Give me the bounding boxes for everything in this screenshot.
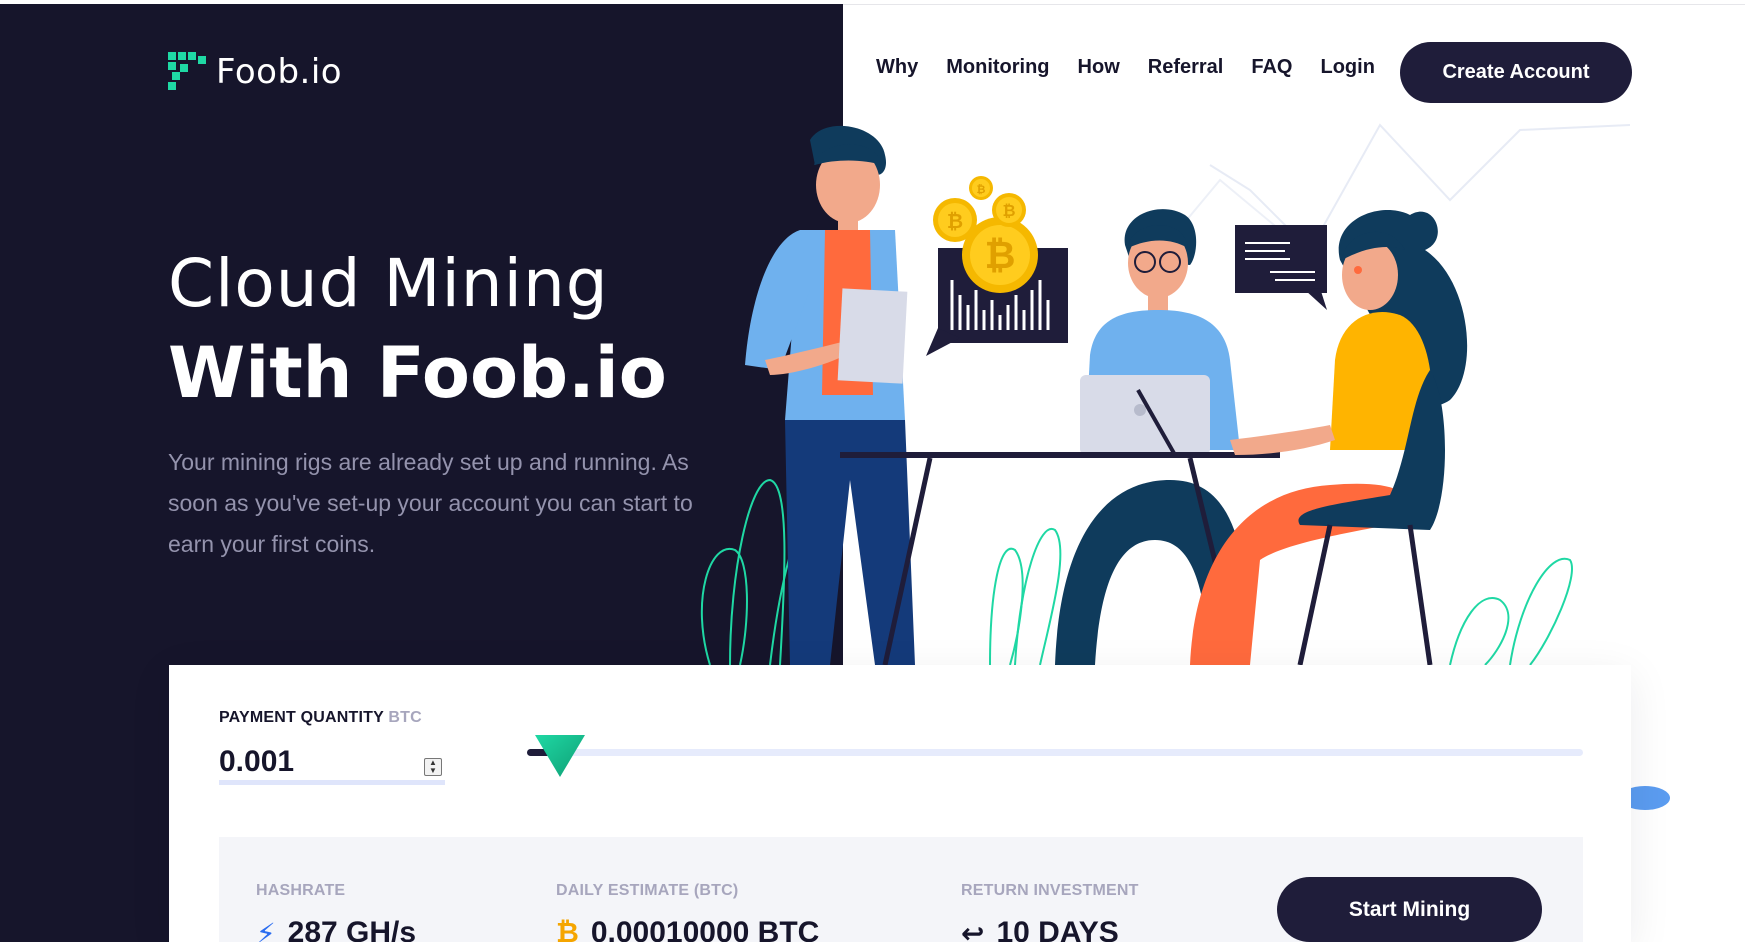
quantity-stepper[interactable]: ▲ ▼ [424, 758, 442, 776]
hero-illustration: ₿ ₿ ₿ ₿ [700, 123, 1631, 665]
main-nav: Why Monitoring How Referral FAQ Login [876, 56, 1403, 79]
nav-link-faq[interactable]: FAQ [1251, 56, 1292, 79]
svg-text:₿: ₿ [977, 183, 986, 196]
stats-panel: HASHRATE ⚡ 287 GH/s DAILY ESTIMATE (BTC)… [219, 837, 1583, 942]
logo[interactable]: Foob.io [168, 52, 342, 92]
payment-slider-track[interactable] [527, 749, 1583, 756]
stat-label: RETURN INVESTMENT [961, 882, 1139, 899]
hero-title-line1: Cloud Mining [168, 245, 609, 322]
svg-text:₿: ₿ [1002, 201, 1015, 220]
hero-title-line2: With Foob.io [168, 332, 667, 414]
page: Foob.io Why Monitoring How Referral FAQ … [0, 0, 1745, 942]
nav-link-monitoring[interactable]: Monitoring [946, 56, 1049, 79]
stat-label: HASHRATE [256, 882, 346, 899]
create-account-button[interactable]: Create Account [1400, 42, 1632, 103]
stat-hashrate: HASHRATE ⚡ 287 GH/s [256, 882, 416, 942]
nav-link-how[interactable]: How [1078, 56, 1120, 79]
stat-label: DAILY ESTIMATE (BTC) [556, 882, 739, 899]
payment-unit: BTC [388, 709, 422, 726]
svg-text:₿: ₿ [985, 233, 1016, 277]
stat-value: 287 GH/s [287, 916, 417, 942]
mining-calculator: PAYMENT QUANTITY BTC 0.001 ▲ ▼ HASHRATE ⚡ [169, 665, 1631, 942]
bitcoin-icon: ₿ [556, 917, 579, 942]
nav-link-referral[interactable]: Referral [1148, 56, 1224, 79]
payment-quantity-input[interactable]: 0.001 [219, 743, 445, 785]
stat-value: 10 DAYS [996, 916, 1119, 942]
stat-daily-estimate: DAILY ESTIMATE (BTC) ₿ 0.00010000 BTC [556, 882, 819, 942]
svg-text:₿: ₿ [947, 209, 963, 233]
start-mining-button[interactable]: Start Mining [1277, 877, 1542, 942]
payment-quantity-label: PAYMENT QUANTITY BTC [219, 709, 422, 727]
lightning-icon: ⚡ [256, 917, 276, 942]
top-divider [843, 4, 1745, 5]
logo-text: Foob.io [216, 52, 343, 92]
logo-icon [168, 52, 206, 90]
stat-return-investment: RETURN INVESTMENT ↩ 10 DAYS [961, 882, 1139, 942]
stat-value-row: ⚡ 287 GH/s [256, 916, 416, 942]
hero-description: Your mining rigs are already set up and … [168, 449, 693, 557]
nav-link-login[interactable]: Login [1320, 56, 1374, 79]
stat-value: 0.00010000 BTC [590, 916, 820, 942]
stat-value-row: ₿ 0.00010000 BTC [556, 916, 819, 942]
payment-slider-handle[interactable] [535, 733, 585, 778]
nav-link-why[interactable]: Why [876, 56, 918, 79]
stat-value-row: ↩ 10 DAYS [961, 916, 1139, 942]
payment-quantity-value: 0.001 [219, 744, 295, 778]
payment-quantity-label-text: PAYMENT QUANTITY [219, 709, 384, 726]
return-arrow-icon: ↩ [961, 917, 985, 942]
